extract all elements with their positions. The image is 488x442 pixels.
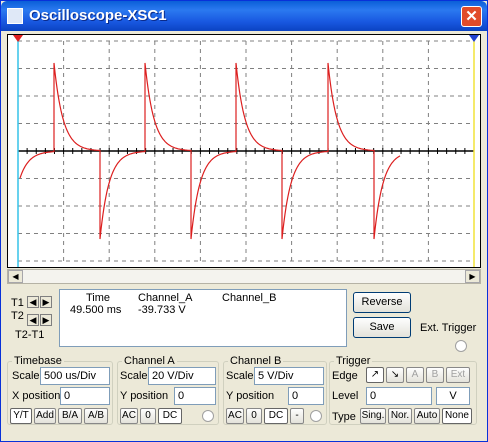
trigger-ext-button[interactable]: Ext [446,367,470,383]
channel-b-label: Channel B [228,355,284,367]
x-position-label: X position [12,390,61,402]
channel-b-ac-button[interactable]: AC [226,408,244,424]
trigger-auto-button[interactable]: Auto [414,408,440,424]
trigger-single-button[interactable]: Sing. [360,408,386,424]
scroll-right-icon[interactable]: ▶ [465,270,480,283]
trigger-level-label: Level [332,390,359,402]
channel-a-ypos-label: Y position [120,390,169,402]
trigger-a-button[interactable]: A [406,367,424,383]
trigger-type-label: Type [332,411,356,423]
time-value: 49.500 ms [70,304,122,316]
timebase-label: Timebase [12,355,64,367]
channel-a-dc-button[interactable]: DC [158,408,182,424]
timebase-scale-field[interactable]: 500 us/Div [40,367,110,385]
channel-b-minus-button[interactable]: - [290,408,304,424]
falling-edge-button[interactable]: ↘ [386,367,404,383]
reverse-button[interactable]: Reverse [353,292,411,313]
channel-b-scale-label: Scale [226,370,254,382]
channel-a-ac-button[interactable]: AC [120,408,138,424]
rising-edge-button[interactable]: ↗ [366,367,384,383]
cursor-t2-marker [469,35,479,42]
t2-right-arrow-icon[interactable]: ▶ [40,314,52,326]
timebase-scale-label: Scale [12,370,40,382]
channel-a-value: -39.733 V [138,304,186,316]
channel-b-group: Channel B Scale 5 V/Div Y position 0 AC … [223,355,327,425]
t2-label: T2 [11,310,24,322]
trigger-label: Trigger [334,355,373,367]
channel-b-terminal[interactable] [310,410,322,422]
channel-b-dc-button[interactable]: DC [264,408,288,424]
t1-left-arrow-icon[interactable]: ◀ [27,296,39,308]
channel-b-zero-button[interactable]: 0 [246,408,262,424]
save-button[interactable]: Save [353,317,411,338]
timebase-group: Timebase Scale 500 us/Div X position 0 Y… [7,355,113,425]
channel-a-terminal[interactable] [202,410,214,422]
t2-left-arrow-icon[interactable]: ◀ [27,314,39,326]
mode-ab-button[interactable]: A/B [84,408,108,424]
mode-yt-button[interactable]: Y/T [10,408,32,424]
ext-trigger-label: Ext. Trigger [420,322,477,334]
t1-right-arrow-icon[interactable]: ▶ [40,296,52,308]
channel-b-ypos-label: Y position [226,390,275,402]
title-bar: Oscilloscope-XSC1 ✕ [1,1,487,31]
measurement-readout: Time Channel_A Channel_B 49.500 ms -39.7… [59,289,347,347]
channel-a-ypos-field[interactable]: 0 [174,387,216,405]
channel-b-ypos-field[interactable]: 0 [288,387,324,405]
trigger-level-field[interactable]: 0 [366,387,432,405]
oscilloscope-window: Oscilloscope-XSC1 ✕ ◀ ▶ T1 T2 ◀ ▶ ◀ ▶ T2… [0,0,488,442]
horizontal-scrollbar[interactable]: ◀ ▶ [7,269,481,284]
channel-a-header: Channel_A [138,292,193,304]
trigger-edge-label: Edge [332,370,358,382]
close-button[interactable]: ✕ [461,6,482,27]
scope-graph [13,35,479,267]
time-header: Time [86,292,111,304]
mode-add-button[interactable]: Add [34,408,56,424]
oscilloscope-icon [7,8,23,24]
ext-trigger-terminal[interactable] [455,340,467,352]
x-position-field[interactable]: 0 [60,387,110,405]
trigger-normal-button[interactable]: Nor. [388,408,412,424]
scope-display [7,34,481,268]
trigger-b-button[interactable]: B [426,367,444,383]
channel-a-scale-field[interactable]: 20 V/Div [148,367,216,385]
scroll-left-icon[interactable]: ◀ [8,270,23,283]
channel-a-group: Channel A Scale 20 V/Div Y position 0 AC… [117,355,219,425]
channel-b-header: Channel_B [222,292,277,304]
channel-a-label: Channel A [122,355,177,367]
channel-b-scale-field[interactable]: 5 V/Div [254,367,324,385]
channel-a-zero-button[interactable]: 0 [140,408,156,424]
channel-a-scale-label: Scale [120,370,148,382]
window-title: Oscilloscope-XSC1 [29,7,167,24]
cursor-controls: T1 T2 ◀ ▶ ◀ ▶ T2-T1 [9,293,59,343]
mode-ba-button[interactable]: B/A [58,408,82,424]
trigger-group: Trigger Edge ↗ ↘ A B Ext Level 0 V Type … [329,355,477,425]
t1-label: T1 [11,297,24,309]
t2-t1-label: T2-T1 [15,329,45,341]
trigger-none-button[interactable]: None [442,408,472,424]
trigger-level-unit[interactable]: V [436,387,470,405]
